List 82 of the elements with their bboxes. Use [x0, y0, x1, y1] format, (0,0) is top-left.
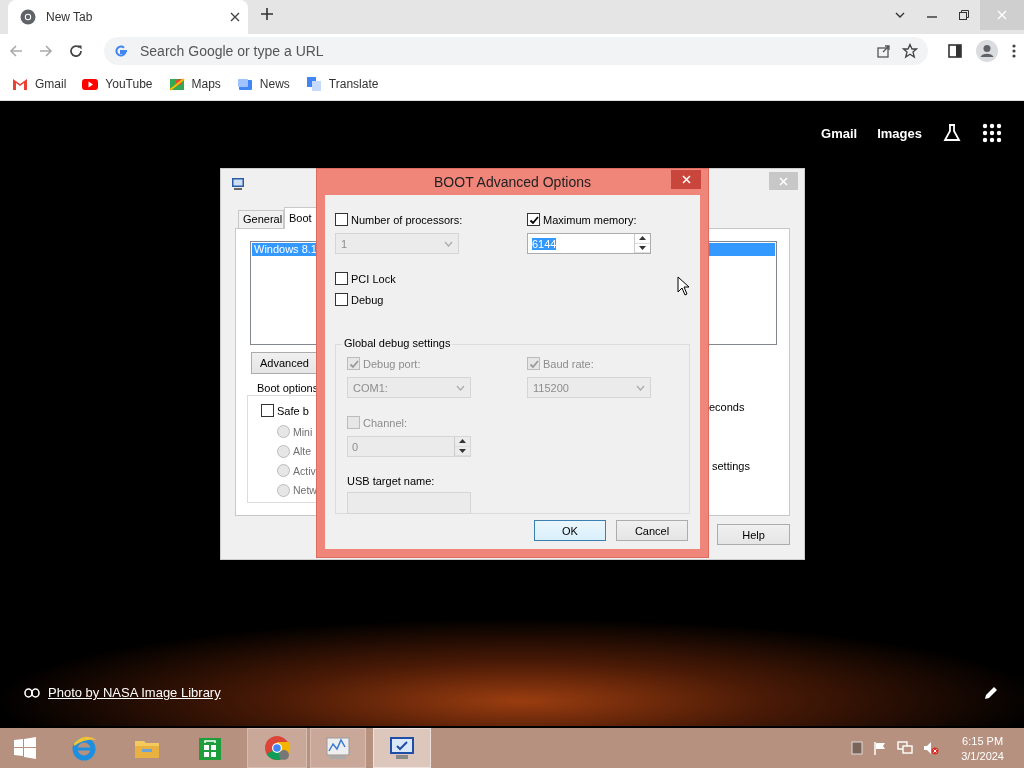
checkmark-icon: [528, 358, 539, 369]
timeout-label: econds: [709, 401, 745, 413]
chrome-logo-icon: [20, 9, 36, 25]
checkbox[interactable]: [335, 293, 348, 306]
globe-e-icon: [70, 734, 98, 762]
newspaper-icon: [236, 76, 253, 92]
close-icon[interactable]: [230, 12, 240, 22]
close-button[interactable]: [671, 170, 701, 189]
bookmark-link[interactable]: Gmail: [12, 76, 67, 92]
checkbox[interactable]: [527, 213, 540, 226]
square-icon[interactable]: [851, 741, 864, 755]
new-tab-icon[interactable]: [260, 7, 274, 21]
checkbox-label: Number of processors:: [351, 213, 463, 226]
ok-button[interactable]: OK: [534, 520, 606, 541]
radio-label: Alte: [293, 445, 312, 457]
dialog-title: BOOT Advanced Options: [434, 174, 591, 190]
header-link[interactable]: Images: [877, 125, 922, 141]
video-play-icon: [82, 76, 99, 92]
help-button[interactable]: Help: [717, 524, 790, 545]
checkmark-icon: [348, 358, 359, 369]
photo-credit-link[interactable]: Photo by NASA Image Library: [48, 685, 221, 700]
down-arrow-icon[interactable]: [459, 448, 466, 453]
checkmark-icon: [528, 214, 539, 225]
flag-icon[interactable]: [873, 741, 888, 755]
checkbox-label: Debug port:: [363, 357, 421, 370]
tab[interactable]: General: [238, 210, 284, 229]
mouse-cursor-icon: [677, 276, 691, 296]
side-panel-icon[interactable]: [948, 44, 962, 58]
group-title: Global debug settings: [342, 337, 453, 349]
taskbar-app-button[interactable]: [373, 728, 431, 768]
up-arrow-icon[interactable]: [639, 236, 646, 241]
checkbox-label: Baud rate:: [543, 357, 594, 370]
checkbox[interactable]: [261, 404, 274, 417]
caret-icon: [636, 384, 645, 391]
mail-icon: [12, 76, 28, 92]
restore-icon[interactable]: [958, 9, 970, 21]
bookmark-link[interactable]: News: [236, 76, 290, 92]
settings-label: settings: [712, 460, 750, 472]
down-arrow-icon[interactable]: [639, 245, 646, 250]
link-icon: [24, 687, 40, 698]
share-icon[interactable]: [876, 43, 892, 59]
chrome-logo-icon: [263, 734, 291, 762]
browser-tab[interactable]: New Tab: [8, 0, 248, 34]
caret-icon: [456, 384, 465, 391]
translate-icon: [305, 76, 322, 92]
checkbox-label: Safe b: [277, 404, 309, 417]
up-arrow-icon[interactable]: [459, 439, 466, 444]
cancel-button[interactable]: Cancel: [616, 520, 688, 541]
network-icon[interactable]: [897, 741, 914, 755]
avatar-icon[interactable]: [976, 40, 998, 62]
google-logo-icon: [114, 44, 128, 58]
computer-check-icon: [388, 734, 416, 762]
checkbox-label: Channel:: [363, 416, 408, 429]
radio-label: Netw: [293, 484, 317, 496]
chart-monitor-icon: [324, 734, 352, 762]
system-config-icon: [231, 177, 245, 191]
close-icon: [779, 176, 788, 186]
checkbox-label: Maximum memory:: [543, 213, 637, 226]
star-icon[interactable]: [902, 43, 918, 59]
close-icon: [996, 9, 1008, 21]
checkbox[interactable]: [335, 213, 348, 226]
caret-icon: [444, 240, 453, 247]
header-link[interactable]: Gmail: [821, 125, 858, 141]
address-bar[interactable]: Search Google or type a URL: [104, 37, 928, 65]
close-icon: [681, 175, 691, 184]
bookmark-link[interactable]: Maps: [168, 76, 221, 92]
more-menu-icon[interactable]: [1012, 43, 1016, 59]
radio-label: Activ: [293, 464, 316, 477]
field-label: USB target name:: [347, 475, 436, 487]
bookmark-link[interactable]: Translate: [305, 76, 379, 92]
windows-logo-icon: [13, 736, 37, 760]
checkbox[interactable]: [335, 272, 348, 285]
speaker-muted-icon[interactable]: [923, 741, 940, 755]
radio-label: Mini: [293, 425, 313, 438]
pencil-icon[interactable]: [984, 686, 998, 700]
tab-title: New Tab: [46, 10, 94, 24]
checkbox-label: Debug: [351, 293, 384, 306]
checkbox-label: PCI Lock: [351, 272, 396, 285]
apps-grid-icon[interactable]: [982, 123, 1002, 143]
bookmark-link[interactable]: YouTube: [82, 76, 153, 92]
flask-icon[interactable]: [942, 123, 962, 143]
reload-icon[interactable]: [68, 43, 84, 59]
